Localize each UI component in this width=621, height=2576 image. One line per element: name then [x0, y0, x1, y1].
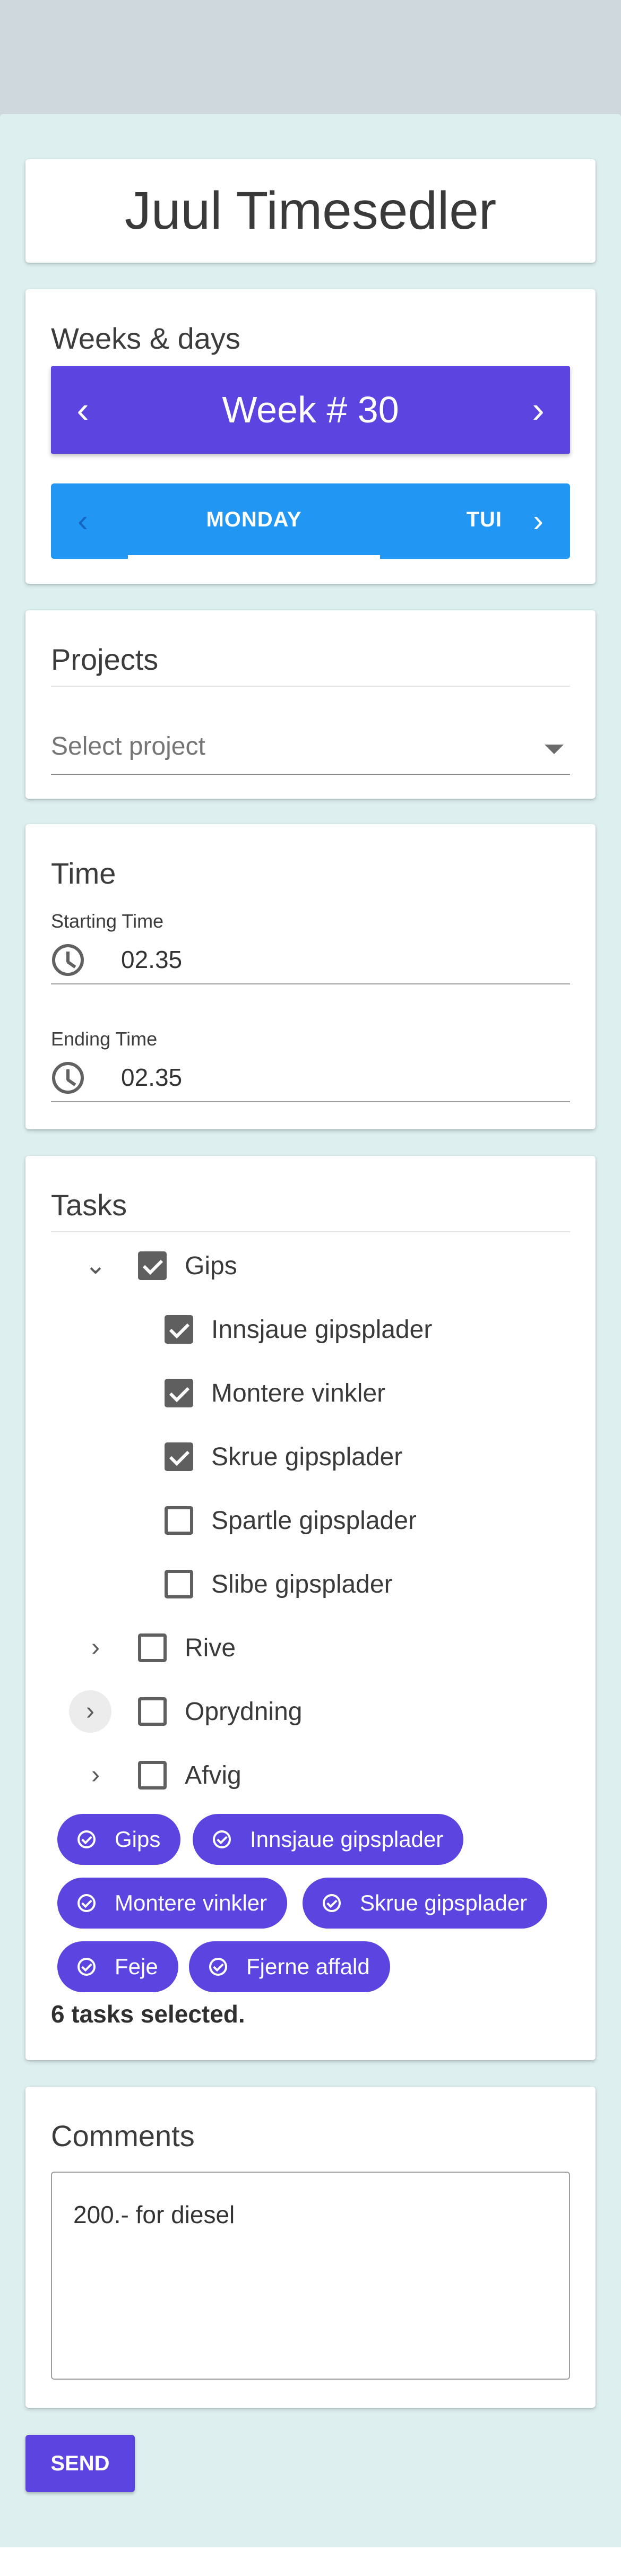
task-checkbox[interactable]: [138, 1761, 167, 1790]
projects-title: Projects: [51, 643, 159, 676]
comments-card: Comments 200.- for diesel: [25, 2087, 596, 2408]
day-tabs: ‹ MONDAY TUI ›: [51, 483, 570, 559]
comment-text: 200.- for diesel: [73, 2201, 235, 2228]
tab-monday[interactable]: MONDAY: [128, 483, 380, 556]
time-card: Time Starting Time 02.35 Ending Time 02.…: [25, 824, 596, 1129]
top-band: [0, 0, 621, 114]
chip-label: Innsjaue gipsplader: [250, 1827, 444, 1852]
task-tree-item[interactable]: Spartle gipsplader: [25, 1491, 596, 1550]
start-time-value: 02.35: [121, 946, 183, 973]
task-tree-item[interactable]: ⌄ Gips: [25, 1237, 596, 1295]
task-tree-item[interactable]: Skrue gipsplader: [25, 1428, 596, 1486]
week-selector: ‹ Week # 30 ›: [51, 366, 570, 454]
time-title: Time: [51, 857, 116, 890]
check-circle-icon: [77, 1830, 96, 1848]
tab-next-day[interactable]: TUI: [396, 483, 502, 556]
task-checkbox[interactable]: [165, 1506, 193, 1535]
dropdown-arrow-icon: [545, 745, 564, 754]
check-circle-icon: [323, 1894, 341, 1912]
tabs-scroll-right-icon[interactable]: ›: [506, 483, 570, 559]
chip-label: Skrue gipsplader: [360, 1890, 528, 1915]
projects-card: Projects Select project: [25, 610, 596, 799]
task-label: Montere vinkler: [211, 1379, 386, 1407]
tasks-title: Tasks: [51, 1188, 127, 1222]
task-label: Rive: [185, 1634, 236, 1662]
task-tree-item[interactable]: Innsjaue gipsplader: [25, 1300, 596, 1359]
project-select[interactable]: Select project: [51, 719, 570, 775]
start-time-field[interactable]: 02.35: [51, 936, 570, 984]
task-label: Afvig: [185, 1761, 242, 1790]
task-tree-item[interactable]: › Rive: [25, 1619, 596, 1677]
title-card: Juul Timesedler: [25, 159, 596, 263]
projects-divider: [51, 686, 570, 687]
task-label: Slibe gipsplader: [211, 1570, 393, 1598]
task-label: Innsjaue gipsplader: [211, 1316, 433, 1344]
weeks-days-title: Weeks & days: [51, 322, 240, 355]
tabs-scroll-left-icon[interactable]: ‹: [51, 483, 115, 559]
weeks-days-card: Weeks & days ‹ Week # 30 › ‹ MONDAY TUI …: [25, 289, 596, 584]
chevron-right-icon[interactable]: ›: [74, 1754, 117, 1796]
end-time-field[interactable]: 02.35: [51, 1053, 570, 1102]
task-checkbox[interactable]: [165, 1570, 193, 1598]
chip-label: Fjerne affald: [246, 1954, 370, 1979]
comments-title: Comments: [51, 2119, 195, 2153]
task-label: Skrue gipsplader: [211, 1443, 403, 1471]
check-circle-icon: [209, 1958, 227, 1976]
chip-label: Montere vinkler: [115, 1890, 268, 1915]
task-checkbox[interactable]: [138, 1251, 167, 1280]
comment-textarea[interactable]: 200.- for diesel: [51, 2172, 570, 2380]
chip-label: Feje: [115, 1954, 158, 1979]
clock-icon: [52, 1062, 84, 1094]
task-label: Oprydning: [185, 1698, 303, 1726]
tasks-card: Tasks ⌄ Gips Innsjaue gipsplader Montere…: [25, 1156, 596, 2060]
task-chip[interactable]: Skrue gipsplader: [303, 1878, 548, 1929]
task-label: Spartle gipsplader: [211, 1507, 417, 1535]
end-time-value: 02.35: [121, 1064, 183, 1091]
tasks-divider: [51, 1231, 570, 1232]
start-time-label: Starting Time: [51, 910, 164, 932]
chevron-left-icon[interactable]: ‹: [51, 366, 115, 454]
task-chip[interactable]: Gips: [57, 1814, 181, 1865]
end-time-label: Ending Time: [51, 1028, 158, 1050]
app-title: Juul Timesedler: [124, 181, 497, 240]
task-chip[interactable]: Fjerne affald: [189, 1941, 390, 1992]
task-tree-item[interactable]: › Afvig: [25, 1746, 596, 1804]
task-tree-item[interactable]: Montere vinkler: [25, 1364, 596, 1422]
bottom-band: [0, 2547, 621, 2576]
task-label: Gips: [185, 1252, 237, 1280]
chevron-down-icon[interactable]: ⌄: [74, 1244, 117, 1287]
task-checkbox[interactable]: [165, 1379, 193, 1407]
chevron-right-icon[interactable]: ›: [69, 1690, 111, 1733]
week-label: Week # 30: [222, 389, 399, 430]
send-button[interactable]: SEND: [25, 2435, 135, 2492]
task-chip[interactable]: Montere vinkler: [57, 1878, 288, 1929]
check-circle-icon: [77, 1894, 96, 1912]
task-checkbox[interactable]: [138, 1633, 167, 1662]
tasks-selected-count: 6 tasks selected.: [51, 2000, 245, 2028]
task-tree-item[interactable]: Slibe gipsplader: [25, 1555, 596, 1613]
task-chip[interactable]: Innsjaue gipsplader: [193, 1814, 464, 1865]
chevron-right-icon[interactable]: ›: [506, 366, 570, 454]
active-tab-indicator: [128, 555, 380, 559]
check-circle-icon: [77, 1958, 96, 1976]
task-checkbox[interactable]: [165, 1442, 193, 1471]
task-checkbox[interactable]: [165, 1315, 193, 1344]
task-chip[interactable]: Feje: [57, 1941, 178, 1992]
task-tree-item[interactable]: › Oprydning: [25, 1682, 596, 1741]
check-circle-icon: [213, 1830, 231, 1848]
chip-label: Gips: [115, 1827, 161, 1852]
task-checkbox[interactable]: [138, 1697, 167, 1726]
chevron-right-icon[interactable]: ›: [74, 1627, 117, 1669]
project-select-placeholder: Select project: [51, 732, 205, 760]
clock-icon: [52, 944, 84, 976]
